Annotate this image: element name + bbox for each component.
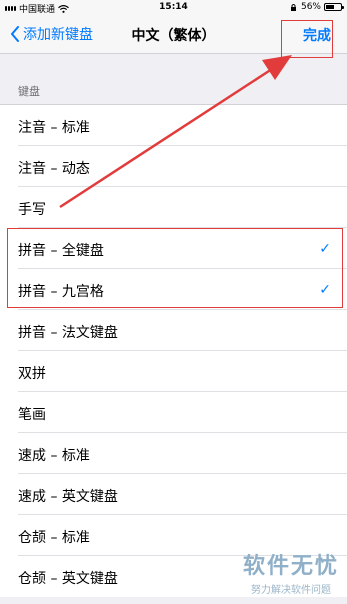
status-bar: 中国联通 15:14 56% [0,0,347,15]
section-header: 键盘 [18,85,40,98]
watermark: 软件无忧 努力解决软件问题 [243,548,339,596]
status-right: 56% [289,2,344,12]
keyboard-label: 速成 – 标准 [18,448,90,464]
keyboard-label: 笔画 [18,407,46,423]
keyboard-label: 拼音 – 法文键盘 [18,325,118,341]
pinyin-highlight-box [7,228,343,308]
keyboard-row[interactable]: 注音 – 动态 [0,146,347,187]
watermark-title: 软件无忧 [242,554,339,579]
keyboard-row[interactable]: 速成 – 标准 [0,433,347,474]
keyboard-label: 注音 – 动态 [18,161,90,177]
keyboard-row[interactable]: 笔画 [0,392,347,433]
battery-icon [324,3,344,11]
keyboard-row[interactable]: 手写 [0,187,347,228]
keyboard-list: 注音 – 标准 注音 – 动态 手写 拼音 – 全键盘 ✓ 拼音 – 九宫格 ✓ 拼音 – 法… [0,104,347,597]
keyboard-label: 注音 – 标准 [18,120,90,136]
keyboard-row[interactable]: 双拼 [0,351,347,392]
keyboard-label: 速成 – 英文键盘 [18,489,118,505]
keyboard-row[interactable]: 拼音 – 法文键盘 [0,310,347,351]
keyboard-label: 仓颉 – 英文键盘 [18,571,118,587]
keyboard-label: 仓颉 – 标准 [18,530,90,546]
battery-percent: 56% [300,2,321,12]
watermark-subtitle: 努力解决软件问题 [250,585,331,596]
done-highlight-box [281,20,333,58]
keyboard-label: 双拼 [18,366,46,382]
keyboard-row[interactable]: 注音 – 标准 [0,105,347,146]
keyboard-row[interactable]: 速成 – 英文键盘 [0,474,347,515]
keyboard-label: 手写 [18,202,46,218]
orientation-lock-icon [290,3,296,11]
